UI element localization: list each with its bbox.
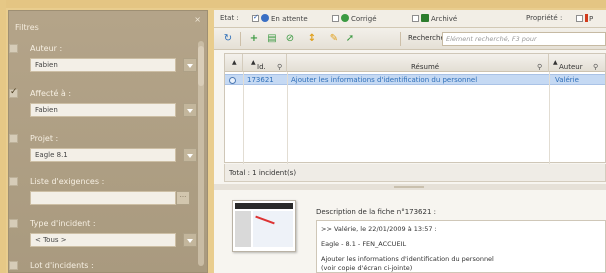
corrige-checkbox[interactable] — [332, 15, 339, 22]
search-input[interactable]: Elément recherché, F3 pour — [442, 32, 606, 46]
window-frame-left — [0, 0, 6, 273]
propriete-value-label: P — [589, 15, 594, 23]
thumbnail-header — [235, 203, 293, 209]
chevron-down-icon[interactable] — [183, 58, 197, 72]
filter-projet-label: Projet : — [30, 134, 59, 143]
grid-col-marker: ▲ — [225, 54, 243, 72]
archive-icon — [421, 14, 429, 22]
filter-exigences-checkbox[interactable] — [9, 177, 18, 186]
state-label: Etat : — [220, 14, 239, 22]
grid-col-author[interactable]: ▲ Auteur ⚲ — [549, 54, 606, 72]
propriete-value[interactable]: P — [576, 14, 593, 23]
description-title: Description de la fiche n°173621 : — [316, 208, 436, 216]
incident-main-pane: ↻ + ▤ ⊘ ↕ ✎ ➚ Recherche : Elément recher… — [214, 28, 606, 273]
filter-lot-incidents-label: Lot d'incidents : — [30, 261, 94, 270]
filter-auteur-label: Auteur : — [30, 44, 63, 53]
filter-affecte-label: Affecté à : — [30, 89, 72, 98]
add-icon[interactable]: + — [248, 33, 260, 45]
state-en-attente[interactable]: En attente — [252, 13, 308, 23]
filter-exigences: Liste d'exigences : ··· — [9, 177, 206, 205]
table-cell-id: 173621 — [247, 76, 274, 84]
filter-type-incident-checkbox[interactable] — [9, 219, 18, 228]
clock-icon — [261, 14, 269, 22]
filters-title: Filtres — [15, 23, 39, 32]
description-box[interactable]: >> Valérie, le 22/01/2009 à 13:57 : Eagl… — [316, 220, 606, 273]
filter-type-incident-select[interactable]: < Tous > — [30, 233, 176, 247]
filter-exigences-input[interactable] — [30, 191, 176, 205]
pin-icon[interactable]: ✎ — [328, 33, 340, 45]
filter-type-incident-label: Type d'incident : — [30, 219, 96, 228]
table-row[interactable]: 173621 Ajouter les informations d'identi… — [225, 74, 605, 85]
propriete-label: Propriété : — [526, 14, 563, 22]
chevron-down-icon[interactable] — [183, 103, 197, 117]
toolbar: ↻ + ▤ ⊘ ↕ ✎ ➚ Recherche : Elément recher… — [214, 28, 606, 50]
filter-auteur-checkbox[interactable] — [9, 44, 18, 53]
state-corrige[interactable]: Corrigé — [332, 14, 377, 23]
description-line: Eagle - 8.1 - FEN_ACCUEIL — [321, 240, 407, 248]
browse-button[interactable]: ··· — [176, 191, 190, 205]
filter-projet: Projet : Eagle 8.1 — [9, 134, 206, 162]
table-cell-author: Valérie — [555, 76, 579, 84]
incident-status-icon — [229, 77, 236, 84]
filter-affecte-checkbox[interactable] — [9, 87, 18, 98]
total-count: Total : 1 incident(s) — [224, 164, 606, 182]
filter-affecte: Affecté à : Fabien — [9, 87, 206, 117]
corrige-label: Corrigé — [351, 15, 377, 23]
grid-col-summary[interactable]: Résumé ⚲ — [287, 54, 549, 72]
archive-checkbox[interactable] — [412, 15, 419, 22]
propriete-checkbox[interactable] — [576, 15, 583, 22]
sort-icon[interactable]: ▲ — [232, 54, 237, 72]
grid-divider — [243, 72, 244, 164]
filter-projet-checkbox[interactable] — [9, 134, 18, 143]
sort-icon: ▲ — [553, 59, 558, 66]
archive-label: Archivé — [431, 15, 458, 23]
filter-lot-incidents: Lot d'incidents : — [9, 261, 206, 271]
chevron-down-icon[interactable] — [183, 148, 197, 162]
close-icon[interactable]: × — [194, 15, 201, 24]
incident-grid: ▲ ▲ Id. ⚲ Résumé ⚲ ▲ Auteur ⚲ 173621 Ajo… — [224, 53, 606, 164]
description-line: >> Valérie, le 22/01/2009 à 13:57 : — [321, 225, 437, 233]
check-icon — [341, 14, 349, 22]
grid-col-id[interactable]: ▲ Id. ⚲ — [243, 54, 287, 72]
sort-icon: ▲ — [251, 59, 256, 66]
filter-lot-incidents-checkbox[interactable] — [9, 261, 18, 270]
toolbar-separator — [400, 32, 401, 46]
validate-icon[interactable]: ⊘ — [284, 33, 296, 45]
sort-icon[interactable]: ↕ — [306, 33, 318, 45]
grid-divider — [287, 72, 288, 164]
incident-detail: Description de la fiche n°173621 : >> Va… — [214, 190, 606, 273]
grid-divider — [549, 72, 550, 164]
filter-projet-select[interactable]: Eagle 8.1 — [30, 148, 176, 162]
en-attente-checkbox[interactable] — [252, 13, 259, 22]
filter-exigences-label: Liste d'exigences : — [30, 177, 105, 186]
toolbar-separator — [240, 32, 241, 46]
table-cell-summary: Ajouter les informations d'identificatio… — [291, 76, 478, 84]
description-line: (voir copie d'écran ci-jointe) — [321, 264, 413, 272]
grid-header: ▲ ▲ Id. ⚲ Résumé ⚲ ▲ Auteur ⚲ — [225, 54, 605, 72]
description-line: Ajouter les informations d'identificatio… — [321, 255, 494, 263]
state-filter-bar: Etat : En attente Corrigé Archivé Propri… — [214, 10, 606, 28]
chevron-down-icon[interactable] — [183, 233, 197, 247]
filter-auteur: Auteur : Fabien — [9, 44, 206, 72]
forward-icon[interactable]: ➚ — [344, 33, 356, 45]
en-attente-label: En attente — [271, 15, 308, 23]
filter-affecte-select[interactable]: Fabien — [30, 103, 176, 117]
filter-auteur-select[interactable]: Fabien — [30, 58, 176, 72]
thumbnail-sidebar — [235, 211, 251, 247]
priority-icon — [585, 14, 588, 22]
filter-type-incident: Type d'incident : < Tous > — [9, 219, 206, 247]
screenshot-thumbnail[interactable] — [232, 200, 296, 252]
window-frame-top — [0, 0, 606, 8]
edit-icon[interactable]: ▤ — [266, 33, 278, 45]
refresh-icon[interactable]: ↻ — [222, 33, 234, 45]
state-archive[interactable]: Archivé — [412, 14, 457, 23]
